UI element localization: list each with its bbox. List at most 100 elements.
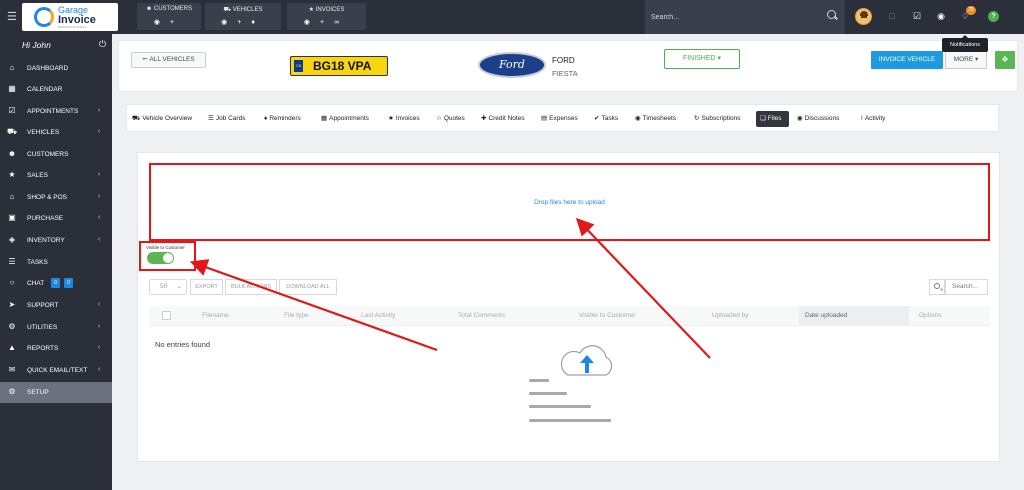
more-dropdown[interactable]: MORE ▾: [945, 51, 987, 69]
tab-timesheets[interactable]: ◉ Timesheets: [635, 111, 676, 127]
chevron-left-icon: ‹: [98, 323, 101, 330]
files-table-header: Filename File type Last Activity Total C…: [149, 306, 990, 326]
chevron-left-icon: ‹: [98, 214, 101, 221]
tab-subscriptions[interactable]: ↻ Subscriptions: [694, 111, 740, 127]
sidebar-item-customers[interactable]: ☻ CUSTOMERS: [0, 144, 112, 165]
column-header[interactable]: Last Activity: [361, 306, 395, 326]
column-header-sorted[interactable]: Date uploaded: [799, 306, 909, 326]
eye-icon[interactable]: ◉: [221, 19, 237, 26]
plus-icon[interactable]: +: [320, 19, 334, 26]
eye-icon[interactable]: ◉: [304, 19, 320, 26]
sidebar-item-label: SUPPORT: [27, 302, 59, 309]
sidebar-item-tasks[interactable]: ☰ TASKS: [0, 252, 112, 273]
invoice-vehicle-button[interactable]: INVOICE VEHICLE: [871, 51, 943, 69]
help-icon[interactable]: ?: [988, 11, 999, 22]
quick-customers[interactable]: ☻ CUSTOMERS ◉+: [137, 3, 201, 30]
star-icon: ★: [388, 115, 394, 122]
cogs-icon: ⚙: [8, 322, 16, 331]
page-length-select[interactable]: 50 ⌄: [149, 279, 187, 295]
more-label: MORE: [953, 56, 974, 63]
chevron-left-icon: ‹: [98, 193, 101, 200]
column-header[interactable]: Uploaded by: [712, 306, 749, 326]
tab-files[interactable]: ❏ Files: [756, 111, 789, 127]
checkbox-icon[interactable]: ☑: [911, 10, 923, 22]
tab-reminders[interactable]: ♦ Reminders: [264, 111, 301, 127]
sidebar-item-label: PURCHASE: [27, 215, 64, 222]
column-header[interactable]: Total Comments: [458, 306, 505, 326]
sidebar-item-chat[interactable]: ○ CHAT 0 0: [0, 273, 112, 294]
sidebar-item-appointments[interactable]: ☑ APPOINTMENTS ‹: [0, 101, 112, 122]
table-search-input[interactable]: Search...: [945, 279, 988, 295]
sidebar-item-quick-email[interactable]: ✉ QUICK EMAIL/TEXT ‹: [0, 360, 112, 381]
quick-vehicles[interactable]: ⛟ VEHICLES ◉+♦: [205, 3, 281, 30]
visible-to-customer-toggle[interactable]: [147, 252, 174, 264]
tab-discussions[interactable]: ◉ Discussions: [797, 111, 839, 127]
app-logo[interactable]: Garage Invoice PROFESSIONAL: [22, 3, 118, 31]
column-header[interactable]: Options: [919, 306, 941, 326]
box-icon: ◈: [8, 235, 16, 244]
sidebar-item-calendar[interactable]: ▦ CALENDAR: [0, 79, 112, 100]
clock-icon[interactable]: ◉: [935, 10, 947, 22]
tab-label: Timesheets: [642, 115, 677, 122]
sidebar-item-support[interactable]: ➤ SUPPORT ‹: [0, 295, 112, 316]
sidebar-item-utilities[interactable]: ⚙ UTILITIES ‹: [0, 317, 112, 338]
plus-icon[interactable]: +: [237, 19, 251, 26]
gear-icon: ⚙: [8, 387, 16, 396]
bulk-actions-button[interactable]: BULK ACTIONS: [225, 279, 277, 295]
quick-invoices[interactable]: ★ INVOICES ◉+∞: [287, 3, 366, 30]
clock-icon: ◉: [635, 115, 641, 122]
column-header[interactable]: File type: [284, 306, 309, 326]
check-circle-icon: ✔: [594, 115, 600, 122]
menu-icon[interactable]: ☰: [7, 10, 17, 23]
status-dropdown[interactable]: FINISHED ▾: [664, 49, 740, 69]
home-icon: ⌂: [9, 63, 15, 72]
sidebar-item-shop-pos[interactable]: ⌂ SHOP & POS ‹: [0, 187, 112, 208]
tab-quotes[interactable]: ☆ Quotes: [436, 111, 465, 127]
chevron-left-icon: ‹: [98, 344, 101, 351]
tab-expenses[interactable]: ▤ Expenses: [541, 111, 578, 127]
chevron-down-icon: ⌄: [176, 283, 182, 290]
tab-activity[interactable]: ! Activity: [861, 111, 885, 127]
avatar[interactable]: [855, 8, 872, 25]
table-search-button[interactable]: [929, 279, 945, 295]
quick-invoices-title: INVOICES: [315, 7, 345, 13]
arrow-left-icon: 🠔: [142, 56, 148, 63]
tab-job-cards[interactable]: ☰ Job Cards: [208, 111, 245, 127]
user-icon: ☻: [145, 6, 153, 12]
sidebar-item-inventory[interactable]: ◈ INVENTORY ‹: [0, 230, 112, 251]
sidebar-item-vehicles[interactable]: ⛟ VEHICLES ‹: [0, 122, 112, 143]
tab-label: Subscriptions: [701, 115, 741, 122]
export-button[interactable]: EXPORT: [190, 279, 223, 295]
comment-icon: ◉: [797, 115, 803, 122]
tab-credit-notes[interactable]: ✚ Credit Notes: [481, 111, 525, 127]
logout-icon[interactable]: ⏻: [99, 39, 106, 50]
download-all-button[interactable]: DOWNLOAD ALL: [279, 279, 337, 295]
sidebar-item-label: TASKS: [27, 259, 48, 266]
column-header[interactable]: Filename: [202, 306, 229, 326]
download-icon[interactable]: □: [886, 10, 898, 22]
sidebar-item-sales[interactable]: ★ SALES ‹: [0, 165, 112, 186]
tab-label: Quotes: [443, 115, 465, 122]
sidebar-item-setup[interactable]: ⚙ SETUP: [0, 382, 112, 403]
tab-vehicle-overview[interactable]: ⛟ Vehicle Overview: [132, 111, 192, 127]
pin-button[interactable]: ❖: [995, 51, 1015, 69]
select-all-checkbox[interactable]: [162, 311, 171, 320]
tab-appointments[interactable]: ▦ Appointments: [321, 111, 369, 127]
sidebar-item-label: CUSTOMERS: [27, 151, 69, 158]
sidebar-item-purchase[interactable]: ▣ PURCHASE ‹: [0, 208, 112, 229]
eye-icon[interactable]: ◉: [154, 19, 170, 26]
sidebar-item-dashboard[interactable]: ⌂ DASHBOARD: [0, 58, 112, 79]
plus-icon[interactable]: +: [170, 19, 184, 26]
column-header[interactable]: Visible to Customer: [579, 306, 635, 326]
tab-invoices[interactable]: ★ Invoices: [388, 111, 420, 127]
sidebar-item-reports[interactable]: ▲ REPORTS ‹: [0, 338, 112, 359]
search-icon[interactable]: [826, 9, 838, 21]
link-icon[interactable]: ∞: [334, 19, 349, 26]
global-search-input[interactable]: [651, 10, 811, 24]
file-dropzone[interactable]: Drop files here to upload: [149, 163, 990, 241]
vehicle-header: 🠔 ALL VEHICLES GB BG18 VPA Ford FORD FIE…: [118, 40, 1018, 92]
bell-icon[interactable]: ♦: [251, 19, 265, 26]
all-vehicles-button[interactable]: 🠔 ALL VEHICLES: [131, 52, 206, 68]
tab-label: Job Cards: [215, 115, 246, 122]
tab-tasks[interactable]: ✔ Tasks: [594, 111, 618, 127]
